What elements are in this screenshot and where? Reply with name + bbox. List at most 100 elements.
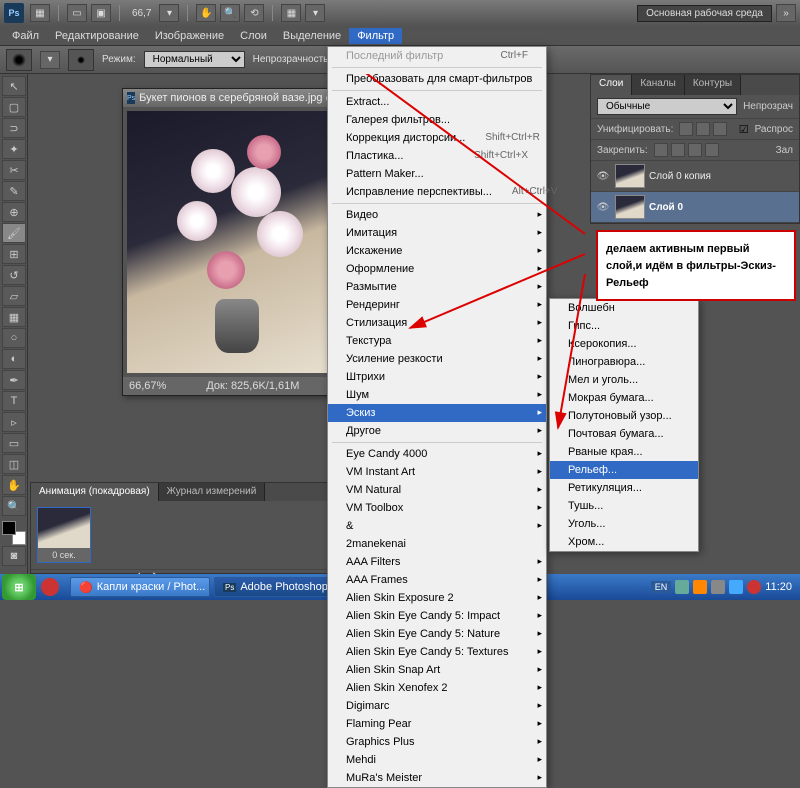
submenu-item[interactable]: Хром... — [550, 533, 698, 551]
hand-tool[interactable]: ✋ — [2, 475, 26, 495]
zoom-tool-icon[interactable]: 🔍 — [220, 4, 240, 22]
menu-item[interactable]: Extract... — [328, 93, 546, 111]
layer-thumbnail[interactable] — [615, 195, 645, 219]
submenu-item[interactable]: Рваные края... — [550, 443, 698, 461]
bridge-icon[interactable]: ▦ — [30, 4, 50, 22]
tab-measurement[interactable]: Журнал измерений — [159, 483, 266, 501]
submenu-item[interactable]: Гипс... — [550, 317, 698, 335]
unify-style-icon[interactable] — [713, 122, 727, 136]
frame-duration[interactable]: 0 сек. — [38, 548, 90, 562]
menu-item[interactable]: Исправление перспективы...Alt+Ctrl+V — [328, 183, 546, 201]
eraser-tool[interactable]: ▱ — [2, 286, 26, 306]
blend-mode-select[interactable]: Обычные — [597, 98, 737, 115]
menu-фильтр[interactable]: Фильтр — [349, 28, 402, 44]
brush-preview[interactable] — [6, 49, 32, 71]
dodge-tool[interactable]: ◐ — [2, 349, 26, 369]
menu-item[interactable]: MuRa's Meister▸ — [328, 769, 546, 787]
clock[interactable]: 11:20 — [765, 581, 792, 593]
arrange-icon[interactable]: ▦ — [281, 4, 301, 22]
tray-icon[interactable] — [675, 580, 689, 594]
brush-tool[interactable]: 🖌 — [2, 223, 26, 243]
menu-item[interactable]: Усиление резкости▸ — [328, 350, 546, 368]
unify-pos-icon[interactable] — [679, 122, 693, 136]
menu-item[interactable]: Eye Candy 4000▸ — [328, 445, 546, 463]
crop-tool[interactable]: ✂ — [2, 160, 26, 180]
hand-tool-icon[interactable]: ✋ — [196, 4, 216, 22]
menu-item[interactable]: Рендеринг▸ — [328, 296, 546, 314]
type-tool[interactable]: T — [2, 391, 26, 411]
zoom-dropdown-icon[interactable]: ▾ — [159, 4, 179, 22]
menu-item[interactable]: Mehdi▸ — [328, 751, 546, 769]
tab-layers[interactable]: Слои — [591, 75, 632, 95]
menu-item-last-filter[interactable]: Последний фильтрCtrl+F — [328, 47, 546, 65]
pen-tool[interactable]: ✒ — [2, 370, 26, 390]
opera-icon[interactable] — [41, 578, 59, 596]
gradient-tool[interactable]: ▦ — [2, 307, 26, 327]
lasso-tool[interactable]: ⊃ — [2, 118, 26, 138]
menu-item[interactable]: Шум▸ — [328, 386, 546, 404]
menu-item[interactable]: Галерея фильтров... — [328, 111, 546, 129]
language-indicator[interactable]: EN — [651, 581, 672, 593]
submenu-item[interactable]: Тушь... — [550, 497, 698, 515]
tab-channels[interactable]: Каналы — [632, 75, 685, 95]
lock-trans-icon[interactable] — [654, 143, 668, 157]
menu-item[interactable]: Alien Skin Xenofex 2▸ — [328, 679, 546, 697]
canvas[interactable] — [123, 107, 351, 377]
avira-icon[interactable] — [747, 580, 761, 594]
menu-item[interactable]: Видео▸ — [328, 206, 546, 224]
menu-item[interactable]: Имитация▸ — [328, 224, 546, 242]
taskbar-item[interactable]: 🔴Капли краски / Phot... — [70, 577, 210, 597]
menu-item[interactable]: Коррекция дисторсии...Shift+Ctrl+R — [328, 129, 546, 147]
tray-icon[interactable] — [693, 580, 707, 594]
stamp-tool[interactable]: ⊞ — [2, 244, 26, 264]
workspace-selector[interactable]: Основная рабочая среда — [637, 5, 772, 22]
menu-item[interactable]: Другое▸ — [328, 422, 546, 440]
menu-item[interactable]: Эскиз▸ — [328, 404, 546, 422]
shape-tool[interactable]: ▭ — [2, 433, 26, 453]
menu-item[interactable]: VM Instant Art▸ — [328, 463, 546, 481]
tab-animation[interactable]: Анимация (покадровая) — [31, 483, 159, 501]
submenu-item[interactable]: Уголь... — [550, 515, 698, 533]
history-brush-tool[interactable]: ↺ — [2, 265, 26, 285]
blend-mode-select[interactable]: Нормальный — [144, 51, 245, 68]
menu-выделение[interactable]: Выделение — [275, 28, 349, 44]
visibility-icon[interactable]: 👁 — [595, 169, 611, 183]
submenu-item[interactable]: Линогравюра... — [550, 353, 698, 371]
eyedropper-tool[interactable]: ✎ — [2, 181, 26, 201]
menu-item[interactable]: Оформление▸ — [328, 260, 546, 278]
submenu-item[interactable]: Полутоновый узор... — [550, 407, 698, 425]
submenu-item[interactable]: Мел и уголь... — [550, 371, 698, 389]
menu-item[interactable]: Штрихи▸ — [328, 368, 546, 386]
menu-item[interactable]: Alien Skin Eye Candy 5: Nature▸ — [328, 625, 546, 643]
menu-item[interactable]: Текстура▸ — [328, 332, 546, 350]
brush-preset[interactable] — [68, 49, 94, 71]
menu-item[interactable]: Искажение▸ — [328, 242, 546, 260]
animation-frame[interactable]: 0 сек. — [37, 507, 91, 563]
submenu-item[interactable]: Волшебн — [550, 299, 698, 317]
lock-pixels-icon[interactable] — [671, 143, 685, 157]
tab-paths[interactable]: Контуры — [685, 75, 741, 95]
menu-item[interactable]: Alien Skin Exposure 2▸ — [328, 589, 546, 607]
marquee-tool[interactable]: ▢ — [2, 97, 26, 117]
menu-item[interactable]: Alien Skin Snap Art▸ — [328, 661, 546, 679]
submenu-item[interactable]: Ретикуляция... — [550, 479, 698, 497]
submenu-item[interactable]: Ксерокопия... — [550, 335, 698, 353]
blur-tool[interactable]: ○ — [2, 328, 26, 348]
menu-item[interactable]: Flaming Pear▸ — [328, 715, 546, 733]
path-tool[interactable]: ▹ — [2, 412, 26, 432]
menu-item[interactable]: AAA Frames▸ — [328, 571, 546, 589]
menu-item[interactable]: &▸ — [328, 517, 546, 535]
menu-item[interactable]: Pattern Maker... — [328, 165, 546, 183]
layer-row[interactable]: 👁Слой 0 копия — [591, 161, 799, 192]
menu-изображение[interactable]: Изображение — [147, 28, 232, 44]
menu-item[interactable]: Преобразовать для смарт-фильтров — [328, 70, 546, 88]
document-title-bar[interactable]: Ps Букет пионов в серебряной вазе.jpg @ … — [123, 89, 351, 107]
wand-tool[interactable]: ✦ — [2, 139, 26, 159]
submenu-item[interactable]: Рельеф... — [550, 461, 698, 479]
tray-icon[interactable] — [729, 580, 743, 594]
workspace-more-icon[interactable]: » — [776, 4, 796, 22]
tray-icon[interactable] — [711, 580, 725, 594]
unify-vis-icon[interactable] — [696, 122, 710, 136]
menu-item[interactable]: Пластика...Shift+Ctrl+X — [328, 147, 546, 165]
screen-mode-icon[interactable]: ▣ — [91, 4, 111, 22]
